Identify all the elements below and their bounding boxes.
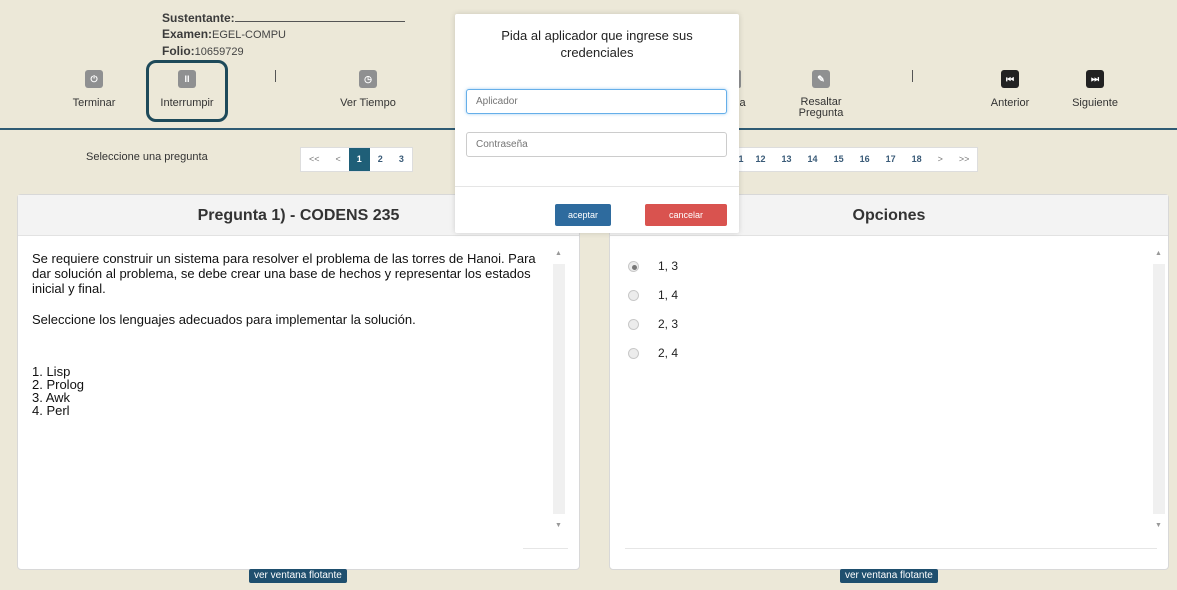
options-scrollbar[interactable]: ▲ ▼ [1153, 250, 1165, 530]
page-17[interactable]: 17 [878, 148, 904, 171]
question-list-item: 2. Prolog [32, 377, 85, 392]
option-item[interactable]: 1, 4 [628, 288, 678, 302]
toolbar-separator [275, 70, 276, 82]
radio-button[interactable] [628, 318, 639, 330]
page-3[interactable]: 3 [391, 148, 412, 171]
option-label: 1, 3 [658, 259, 679, 273]
option-label: 2, 4 [658, 346, 679, 360]
scroll-up-icon[interactable]: ▲ [1155, 250, 1162, 257]
pagination-left: << < 1 2 3 [300, 147, 413, 172]
page-1[interactable]: 1 [348, 148, 370, 171]
sustentante-line [234, 12, 405, 22]
radio-button[interactable] [628, 289, 639, 301]
page-2[interactable]: 2 [370, 148, 391, 171]
question-list-item: 4. Perl [32, 403, 70, 418]
clock-icon: ◷ [359, 70, 377, 88]
pagination-prev[interactable]: < [328, 148, 349, 171]
password-input[interactable] [466, 132, 727, 157]
options-float-window-button[interactable]: ver ventana flotante [840, 569, 938, 583]
folio-label: Folio: [162, 44, 195, 58]
power-icon: ⏻ [85, 70, 103, 88]
panel-divider [523, 548, 568, 549]
accept-button[interactable]: aceptar [555, 204, 611, 226]
scroll-up-icon[interactable]: ▲ [555, 250, 562, 257]
modal-divider [455, 186, 739, 187]
terminar-button[interactable]: ⏻ Terminar [72, 70, 116, 109]
question-body: Se requiere construir un sistema para re… [32, 251, 542, 417]
anterior-label: Anterior [990, 97, 1030, 109]
question-list-item: 1. Lisp [32, 364, 71, 379]
ver-tiempo-label: Ver Tiempo [340, 97, 396, 109]
scroll-track[interactable] [553, 264, 565, 514]
question-list: 1. Lisp 2. Prolog 3. Awk 4. Perl [32, 365, 542, 417]
ver-tiempo-button[interactable]: ◷ Ver Tiempo [336, 70, 400, 109]
folio-value: 10659729 [194, 46, 244, 58]
resaltar-label: Resaltar Pregunta [798, 96, 844, 119]
question-scrollbar[interactable]: ▲ ▼ [553, 250, 565, 530]
radio-button[interactable] [628, 347, 639, 359]
pagination-first[interactable]: << [301, 148, 328, 171]
page-18[interactable]: 18 [904, 148, 930, 171]
question-float-window-button[interactable]: ver ventana flotante [249, 569, 347, 583]
siguiente-button[interactable]: ⏭ Siguiente [1068, 70, 1122, 109]
pagination-next[interactable]: > [930, 148, 951, 171]
question-list-item: 3. Awk [32, 390, 71, 405]
sustentante-label: Sustentante: [162, 11, 235, 25]
siguiente-label: Siguiente [1072, 97, 1118, 109]
option-label: 1, 4 [658, 288, 679, 302]
anterior-button[interactable]: ⏮ Anterior [984, 70, 1036, 109]
question-panel: Pregunta 1) - CODENS 235 Se requiere con… [17, 194, 580, 570]
page-15[interactable]: 15 [826, 148, 852, 171]
examen-label: Examen: [162, 27, 213, 41]
skip-next-icon: ⏭ [1086, 70, 1104, 88]
scroll-track[interactable] [1153, 264, 1165, 514]
terminar-label: Terminar [72, 97, 116, 109]
credentials-modal: Pida al aplicador que ingrese sus creden… [455, 14, 739, 233]
partial-tool-button[interactable]: la [737, 70, 757, 109]
panel-divider [625, 548, 1157, 549]
scroll-down-icon[interactable]: ▼ [555, 522, 562, 529]
option-item[interactable]: 2, 4 [628, 346, 678, 360]
pagination-right: 11 12 13 14 15 16 17 18 > >> [732, 147, 979, 172]
edit-icon: ✎ [812, 70, 830, 88]
page-16[interactable]: 16 [852, 148, 878, 171]
candidate-info: Sustentante: Examen:EGEL-COMPU Folio:106… [162, 10, 405, 60]
resaltar-pregunta-button[interactable]: ✎ Resaltar Pregunta [796, 70, 846, 119]
page-12[interactable]: 12 [748, 148, 774, 171]
radio-button-selected[interactable] [628, 260, 639, 272]
aplicador-input[interactable] [466, 89, 727, 114]
option-item[interactable]: 2, 3 [628, 317, 678, 331]
options-panel: Opciones 1, 3 1, 4 2, 3 2, 4 ▲ ▼ [609, 194, 1169, 570]
option-label: 2, 3 [658, 317, 679, 331]
pagination-last[interactable]: >> [951, 148, 978, 171]
modal-title: Pida al aplicador que ingrese sus creden… [501, 28, 693, 60]
page-14[interactable]: 14 [800, 148, 826, 171]
interrumpir-highlight [146, 60, 228, 122]
toolbar-separator-2 [912, 70, 913, 82]
page-13[interactable]: 13 [774, 148, 800, 171]
question-paragraph-1: Se requiere construir un sistema para re… [32, 251, 536, 296]
scroll-down-icon[interactable]: ▼ [1155, 522, 1162, 529]
option-item[interactable]: 1, 3 [628, 259, 678, 273]
select-question-label: Seleccione una pregunta [86, 151, 208, 163]
cancel-button[interactable]: cancelar [645, 204, 727, 226]
partial-tool-label: la [737, 97, 746, 109]
skip-previous-icon: ⏮ [1001, 70, 1019, 88]
question-paragraph-2: Seleccione los lenguajes adecuados para … [32, 312, 416, 327]
examen-value: EGEL-COMPU [212, 29, 286, 41]
